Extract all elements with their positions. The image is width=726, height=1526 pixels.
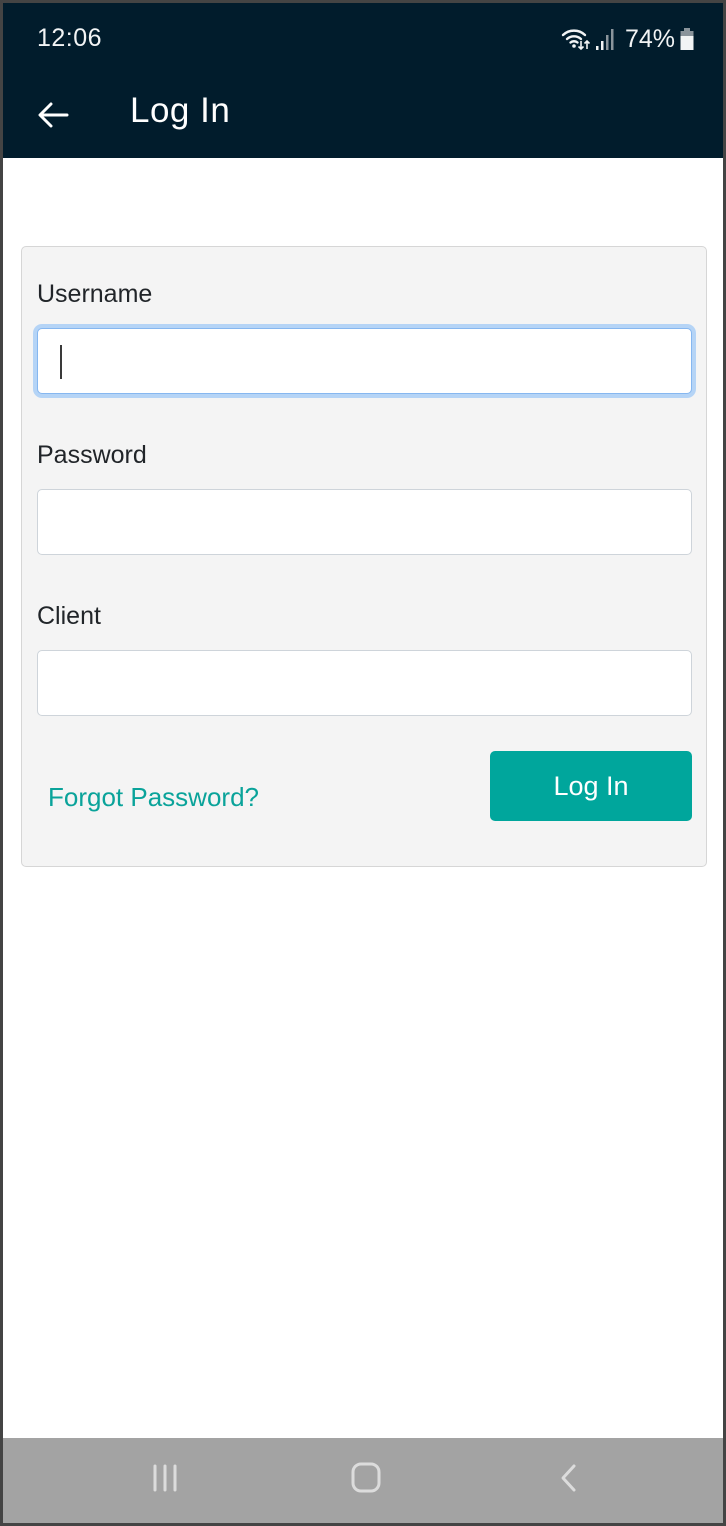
back-button[interactable] bbox=[31, 95, 75, 139]
login-button[interactable]: Log In bbox=[490, 751, 692, 821]
status-indicators: 74% bbox=[561, 23, 695, 55]
main-content: Username Password Client Forgot Password… bbox=[3, 158, 723, 1438]
client-input[interactable] bbox=[37, 650, 692, 716]
wifi-icon bbox=[561, 26, 591, 52]
recent-apps-button[interactable] bbox=[135, 1458, 195, 1502]
phone-screen: 12:06 74% Log In Username Password Clien… bbox=[0, 0, 726, 1526]
home-icon bbox=[351, 1462, 381, 1499]
page-title: Log In bbox=[130, 91, 231, 130]
username-input[interactable] bbox=[37, 328, 692, 394]
password-input[interactable] bbox=[37, 489, 692, 555]
login-form-card: Username Password Client Forgot Password… bbox=[21, 246, 707, 867]
system-back-button[interactable] bbox=[538, 1458, 598, 1502]
client-label: Client bbox=[37, 602, 101, 630]
status-time: 12:06 bbox=[37, 24, 103, 52]
forgot-password-link[interactable]: Forgot Password? bbox=[48, 782, 259, 813]
recent-apps-icon bbox=[150, 1463, 180, 1498]
back-chevron-icon bbox=[558, 1463, 578, 1498]
status-bar: 12:06 74% bbox=[3, 3, 723, 79]
arrow-left-icon bbox=[37, 101, 69, 134]
home-button[interactable] bbox=[336, 1458, 396, 1502]
password-label: Password bbox=[37, 441, 147, 469]
app-bar: Log In bbox=[3, 79, 723, 158]
username-label: Username bbox=[37, 280, 153, 308]
system-nav-bar bbox=[3, 1438, 723, 1523]
text-cursor bbox=[60, 345, 62, 379]
battery-percent: 74% bbox=[624, 24, 675, 53]
cell-signal-icon bbox=[595, 26, 617, 52]
battery-icon bbox=[679, 26, 695, 52]
